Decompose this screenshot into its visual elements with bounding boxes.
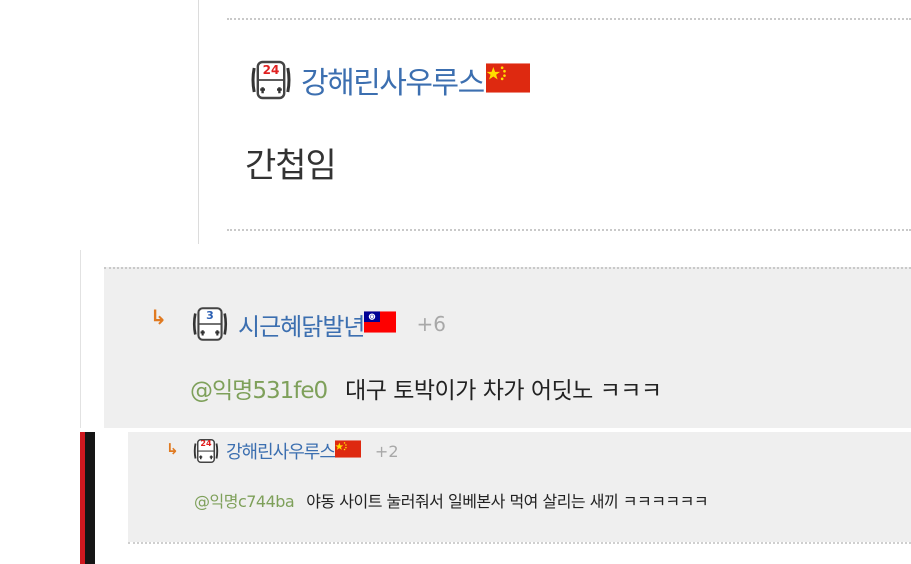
reply-item: ↳ 3 시근혜닭발년 +6 @익명531fe0 대구 토박이가 차가 어딧노 ㅋ… [104, 267, 911, 428]
level-badge-icon: 24 [245, 56, 297, 104]
vote-score: +2 [374, 441, 399, 461]
reply-panel: ↳ 24 강해린사우루스 +2 @익명c744ba 야동 사이트 눌러줘서 일베… [80, 432, 911, 564]
reply-body: @익명c744ba 야동 사이트 눌러줘서 일베본사 먹여 살리는 새끼 ㅋㅋㅋ… [194, 488, 709, 512]
reply-body: @익명531fe0 대구 토박이가 차가 어딧노 ㅋㅋㅋ [190, 371, 662, 405]
mention-link[interactable]: @익명c744ba [194, 488, 295, 512]
divider [227, 18, 911, 20]
china-flag-icon [335, 440, 361, 462]
comment-body: 간첩임 [245, 146, 337, 186]
reply-arrow-icon: ↳ [166, 440, 179, 458]
reply-arrow-icon: ↳ [150, 305, 167, 329]
vote-score: +6 [416, 312, 446, 336]
divider [227, 229, 911, 231]
taiwan-flag-icon [364, 311, 396, 337]
reply-header: 24 강해린사우루스 +2 [190, 436, 399, 466]
reply-text: 대구 토박이가 차가 어딧노 ㅋㅋㅋ [345, 378, 662, 404]
level-badge-number: 24 [200, 439, 212, 448]
decorative-stripe [85, 432, 95, 564]
china-flag-icon [486, 63, 530, 97]
level-badge-icon: 24 [190, 436, 222, 466]
mention-link[interactable]: @익명531fe0 [190, 371, 328, 405]
reply-header: 3 시근혜닭발년 +6 [188, 303, 446, 345]
reply-item: ↳ 24 강해린사우루스 +2 @익명c744ba 야동 사이트 눌러줘서 일베… [128, 432, 911, 542]
author-name[interactable]: 시근혜닭발년 [238, 307, 365, 342]
reply-panel: ↳ 3 시근혜닭발년 +6 @익명531fe0 대구 토박이가 차가 어딧노 ㅋ… [80, 250, 911, 428]
level-badge-icon: 3 [188, 303, 232, 345]
comment-panel: 24 강해린사우루스 간첩임 [198, 0, 911, 244]
author-name[interactable]: 강해린사우루스 [226, 438, 336, 464]
comment-header: 24 강해린사우루스 [245, 56, 530, 104]
divider [128, 542, 911, 544]
author-name[interactable]: 강해린사우루스 [301, 58, 485, 102]
level-badge-number: 3 [206, 309, 214, 322]
reply-text: 야동 사이트 눌러줘서 일베본사 먹여 살리는 새끼 ㅋㅋㅋㅋㅋㅋ [306, 492, 709, 511]
level-badge-number: 24 [262, 63, 280, 77]
